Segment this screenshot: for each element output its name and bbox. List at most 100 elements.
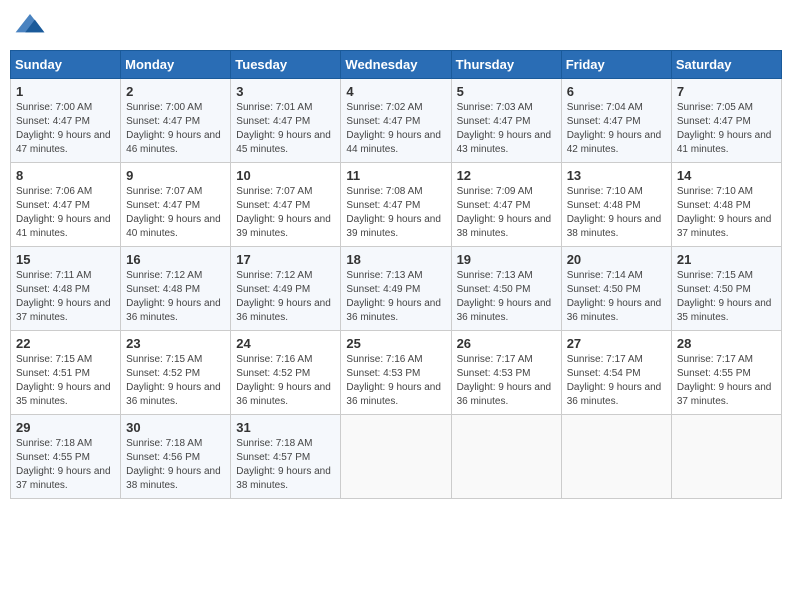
day-info: Sunrise: 7:18 AMSunset: 4:56 PMDaylight:… (126, 437, 225, 493)
day-number: 30 (126, 420, 225, 435)
day-number: 1 (16, 84, 115, 99)
day-info: Sunrise: 7:07 AMSunset: 4:47 PMDaylight:… (126, 185, 225, 241)
day-number: 27 (567, 336, 666, 351)
day-number: 14 (677, 168, 776, 183)
day-info: Sunrise: 7:03 AMSunset: 4:47 PMDaylight:… (457, 101, 556, 157)
day-number: 22 (16, 336, 115, 351)
calendar-cell: 20 Sunrise: 7:14 AMSunset: 4:50 PMDayligh… (561, 247, 671, 331)
calendar-cell: 9 Sunrise: 7:07 AMSunset: 4:47 PMDaylight… (121, 163, 231, 247)
calendar-cell (451, 415, 561, 499)
calendar-cell: 23 Sunrise: 7:15 AMSunset: 4:52 PMDayligh… (121, 331, 231, 415)
day-info: Sunrise: 7:08 AMSunset: 4:47 PMDaylight:… (346, 185, 445, 241)
calendar-table: SundayMondayTuesdayWednesdayThursdayFrid… (10, 50, 782, 499)
day-number: 29 (16, 420, 115, 435)
calendar-cell: 2 Sunrise: 7:00 AMSunset: 4:47 PMDaylight… (121, 79, 231, 163)
day-info: Sunrise: 7:01 AMSunset: 4:47 PMDaylight:… (236, 101, 335, 157)
day-info: Sunrise: 7:00 AMSunset: 4:47 PMDaylight:… (16, 101, 115, 157)
day-number: 15 (16, 252, 115, 267)
calendar-cell: 21 Sunrise: 7:15 AMSunset: 4:50 PMDayligh… (671, 247, 781, 331)
day-info: Sunrise: 7:16 AMSunset: 4:53 PMDaylight:… (346, 353, 445, 409)
calendar-week-row: 22 Sunrise: 7:15 AMSunset: 4:51 PMDayligh… (11, 331, 782, 415)
day-number: 26 (457, 336, 556, 351)
day-number: 9 (126, 168, 225, 183)
day-number: 12 (457, 168, 556, 183)
day-number: 19 (457, 252, 556, 267)
calendar-cell: 19 Sunrise: 7:13 AMSunset: 4:50 PMDayligh… (451, 247, 561, 331)
calendar-cell: 26 Sunrise: 7:17 AMSunset: 4:53 PMDayligh… (451, 331, 561, 415)
day-info: Sunrise: 7:06 AMSunset: 4:47 PMDaylight:… (16, 185, 115, 241)
calendar-cell: 3 Sunrise: 7:01 AMSunset: 4:47 PMDaylight… (231, 79, 341, 163)
day-number: 11 (346, 168, 445, 183)
day-info: Sunrise: 7:10 AMSunset: 4:48 PMDaylight:… (567, 185, 666, 241)
day-info: Sunrise: 7:07 AMSunset: 4:47 PMDaylight:… (236, 185, 335, 241)
day-info: Sunrise: 7:13 AMSunset: 4:49 PMDaylight:… (346, 269, 445, 325)
day-info: Sunrise: 7:10 AMSunset: 4:48 PMDaylight:… (677, 185, 776, 241)
day-info: Sunrise: 7:16 AMSunset: 4:52 PMDaylight:… (236, 353, 335, 409)
day-info: Sunrise: 7:17 AMSunset: 4:54 PMDaylight:… (567, 353, 666, 409)
calendar-week-row: 15 Sunrise: 7:11 AMSunset: 4:48 PMDayligh… (11, 247, 782, 331)
day-number: 31 (236, 420, 335, 435)
day-number: 23 (126, 336, 225, 351)
day-number: 21 (677, 252, 776, 267)
logo-icon (14, 10, 46, 42)
calendar-cell: 16 Sunrise: 7:12 AMSunset: 4:48 PMDayligh… (121, 247, 231, 331)
day-number: 24 (236, 336, 335, 351)
calendar-cell: 30 Sunrise: 7:18 AMSunset: 4:56 PMDayligh… (121, 415, 231, 499)
day-number: 2 (126, 84, 225, 99)
day-info: Sunrise: 7:15 AMSunset: 4:50 PMDaylight:… (677, 269, 776, 325)
day-info: Sunrise: 7:09 AMSunset: 4:47 PMDaylight:… (457, 185, 556, 241)
day-number: 28 (677, 336, 776, 351)
day-info: Sunrise: 7:18 AMSunset: 4:55 PMDaylight:… (16, 437, 115, 493)
day-info: Sunrise: 7:15 AMSunset: 4:51 PMDaylight:… (16, 353, 115, 409)
day-info: Sunrise: 7:17 AMSunset: 4:55 PMDaylight:… (677, 353, 776, 409)
day-info: Sunrise: 7:00 AMSunset: 4:47 PMDaylight:… (126, 101, 225, 157)
calendar-cell: 8Sunrise: 7:06 AMSunset: 4:47 PMDaylight… (11, 163, 121, 247)
day-info: Sunrise: 7:05 AMSunset: 4:47 PMDaylight:… (677, 101, 776, 157)
day-number: 7 (677, 84, 776, 99)
logo (14, 10, 50, 42)
calendar-cell: 15 Sunrise: 7:11 AMSunset: 4:48 PMDayligh… (11, 247, 121, 331)
calendar-cell (561, 415, 671, 499)
day-info: Sunrise: 7:15 AMSunset: 4:52 PMDaylight:… (126, 353, 225, 409)
calendar-week-row: 1 Sunrise: 7:00 AMSunset: 4:47 PMDaylight… (11, 79, 782, 163)
day-info: Sunrise: 7:11 AMSunset: 4:48 PMDaylight:… (16, 269, 115, 325)
calendar-header-row: SundayMondayTuesdayWednesdayThursdayFrid… (11, 51, 782, 79)
calendar-cell: 12 Sunrise: 7:09 AMSunset: 4:47 PMDayligh… (451, 163, 561, 247)
calendar-cell: 18 Sunrise: 7:13 AMSunset: 4:49 PMDayligh… (341, 247, 451, 331)
weekday-header: Friday (561, 51, 671, 79)
day-number: 16 (126, 252, 225, 267)
calendar-cell: 17Sunrise: 7:12 AMSunset: 4:49 PMDayligh… (231, 247, 341, 331)
calendar-cell: 11 Sunrise: 7:08 AMSunset: 4:47 PMDayligh… (341, 163, 451, 247)
calendar-cell: 14 Sunrise: 7:10 AMSunset: 4:48 PMDayligh… (671, 163, 781, 247)
day-number: 3 (236, 84, 335, 99)
calendar-cell: 31 Sunrise: 7:18 AMSunset: 4:57 PMDayligh… (231, 415, 341, 499)
day-number: 5 (457, 84, 556, 99)
calendar-cell (341, 415, 451, 499)
day-number: 20 (567, 252, 666, 267)
calendar-cell: 6 Sunrise: 7:04 AMSunset: 4:47 PMDaylight… (561, 79, 671, 163)
day-info: Sunrise: 7:13 AMSunset: 4:50 PMDaylight:… (457, 269, 556, 325)
weekday-header: Saturday (671, 51, 781, 79)
day-number: 6 (567, 84, 666, 99)
calendar-cell: 1 Sunrise: 7:00 AMSunset: 4:47 PMDaylight… (11, 79, 121, 163)
day-number: 18 (346, 252, 445, 267)
calendar-cell: 7 Sunrise: 7:05 AMSunset: 4:47 PMDaylight… (671, 79, 781, 163)
calendar-cell: 10 Sunrise: 7:07 AMSunset: 4:47 PMDayligh… (231, 163, 341, 247)
day-info: Sunrise: 7:14 AMSunset: 4:50 PMDaylight:… (567, 269, 666, 325)
calendar-cell: 5 Sunrise: 7:03 AMSunset: 4:47 PMDaylight… (451, 79, 561, 163)
day-info: Sunrise: 7:02 AMSunset: 4:47 PMDaylight:… (346, 101, 445, 157)
day-number: 4 (346, 84, 445, 99)
day-info: Sunrise: 7:12 AMSunset: 4:48 PMDaylight:… (126, 269, 225, 325)
weekday-header: Thursday (451, 51, 561, 79)
calendar-cell: 29 Sunrise: 7:18 AMSunset: 4:55 PMDayligh… (11, 415, 121, 499)
calendar-week-row: 8Sunrise: 7:06 AMSunset: 4:47 PMDaylight… (11, 163, 782, 247)
weekday-header: Wednesday (341, 51, 451, 79)
day-info: Sunrise: 7:17 AMSunset: 4:53 PMDaylight:… (457, 353, 556, 409)
calendar-cell: 27 Sunrise: 7:17 AMSunset: 4:54 PMDayligh… (561, 331, 671, 415)
day-info: Sunrise: 7:04 AMSunset: 4:47 PMDaylight:… (567, 101, 666, 157)
day-info: Sunrise: 7:12 AMSunset: 4:49 PMDaylight:… (236, 269, 335, 325)
day-info: Sunrise: 7:18 AMSunset: 4:57 PMDaylight:… (236, 437, 335, 493)
day-number: 10 (236, 168, 335, 183)
calendar-cell (671, 415, 781, 499)
day-number: 25 (346, 336, 445, 351)
